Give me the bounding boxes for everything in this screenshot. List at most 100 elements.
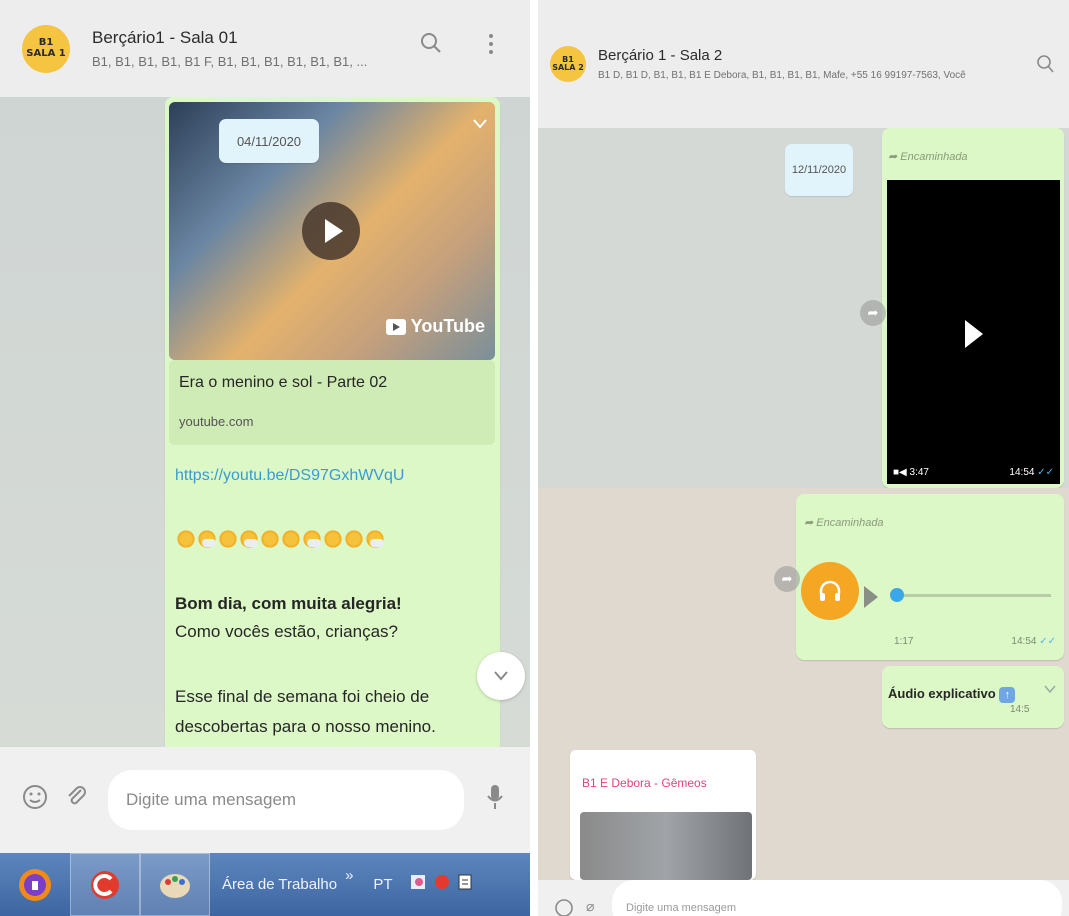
message-list[interactable]: 04/11/2020 YouTube Era o menino e sol - … <box>0 97 530 757</box>
youtube-label: YouTube <box>410 316 485 336</box>
tray-icon[interactable] <box>457 873 473 896</box>
outgoing-audio-message[interactable]: ➦ Encaminhada 1:17 14:54 ✓✓ <box>796 494 1064 660</box>
outgoing-message[interactable]: 04/11/2020 YouTube Era o menino e sol - … <box>165 97 500 757</box>
chevron-down-icon[interactable] <box>473 116 487 134</box>
avatar-line-2: SALA 1 <box>26 47 66 59</box>
link-domain: youtube.com <box>179 414 254 429</box>
video-time-text: 14:54 <box>1009 467 1035 478</box>
tray-icon[interactable] <box>433 873 451 896</box>
outgoing-video-message[interactable]: ➦ Encaminhada ■◀ 3:47 14:54 ✓✓ <box>882 128 1064 488</box>
date-badge: 12/11/2020 <box>785 144 853 196</box>
sun-cloud-icon <box>197 529 217 549</box>
youtube-play-icon <box>385 318 406 335</box>
chat-header[interactable]: B1 SALA 2 Berçário 1 - Sala 2 B1 D, B1 D… <box>538 0 1069 128</box>
forwarded-text: Encaminhada <box>900 151 968 163</box>
audio-progress-knob[interactable] <box>890 588 904 602</box>
forwarded-label: ➦ Encaminhada <box>804 516 884 529</box>
audio-duration: 1:17 <box>894 636 914 647</box>
sun-icon <box>323 529 343 549</box>
chat-window-left: B1 SALA 1 Berçário1 - Sala 01 B1, B1, B1… <box>0 0 530 916</box>
forward-arrow-icon: ➦ <box>888 151 901 163</box>
tray-icon[interactable] <box>409 873 427 896</box>
video-timestamp: 14:54 ✓✓ <box>1009 467 1054 478</box>
scroll-down-button[interactable] <box>477 652 525 700</box>
forward-arrow-icon: ➦ <box>804 517 817 529</box>
message-input[interactable]: Digite uma mensagem <box>108 770 464 830</box>
chevron-down-icon <box>494 671 508 681</box>
audio-progress-track[interactable] <box>896 594 1051 597</box>
video-duration: ■◀ 3:47 <box>893 467 929 478</box>
chat-participants: B1 D, B1 D, B1, B1, B1 E Debora, B1, B1,… <box>598 70 966 81</box>
message-url[interactable]: https://youtu.be/DS97GxhWVqU <box>175 467 404 485</box>
audio-time-text: 14:54 <box>1011 636 1037 647</box>
message-line: descobertas para o nosso menino. <box>175 717 436 736</box>
video-player[interactable]: ■◀ 3:47 14:54 ✓✓ <box>887 180 1060 484</box>
message-list-lower[interactable]: ➦ Encaminhada 1:17 14:54 ✓✓ ➦ Áudio expl… <box>538 488 1069 880</box>
forward-share-icon[interactable]: ➦ <box>860 300 886 326</box>
sun-cloud-icon <box>302 529 322 549</box>
message-line: Como vocês estão, crianças? <box>175 622 398 641</box>
sun-icon <box>344 529 364 549</box>
attach-icon[interactable] <box>60 784 94 817</box>
sun-icon <box>176 529 196 549</box>
emoji-icon[interactable] <box>18 784 52 817</box>
sun-icon <box>218 529 238 549</box>
read-ticks-icon: ✓✓ <box>1039 636 1056 647</box>
play-icon[interactable] <box>965 320 983 348</box>
video-camera-icon: ■◀ <box>893 467 910 478</box>
link-preview[interactable]: Era o menino e sol - Parte 02 youtube.co… <box>169 360 495 445</box>
sun-cloud-icon <box>365 529 385 549</box>
paint-app-icon[interactable] <box>140 853 210 916</box>
language-indicator[interactable]: PT <box>373 876 392 893</box>
forward-share-icon[interactable]: ➦ <box>774 566 800 592</box>
info-icon: ↑ <box>999 687 1016 703</box>
composer-bar: Digite uma mensagem <box>0 747 530 853</box>
message-input-placeholder: Digite uma mensagem <box>126 790 297 809</box>
chat-header[interactable]: B1 SALA 1 Berçário1 - Sala 01 B1, B1, B1… <box>0 0 530 97</box>
caption-label: Áudio explicativo <box>888 686 996 701</box>
ccleaner-app-icon[interactable] <box>70 853 140 916</box>
sun-icon <box>260 529 280 549</box>
panel-divider <box>530 0 538 916</box>
search-icon[interactable] <box>420 32 442 60</box>
more-vertical-icon[interactable] <box>488 32 494 62</box>
emoji-icon[interactable] <box>554 898 574 916</box>
group-avatar[interactable]: B1 SALA 2 <box>550 46 586 82</box>
sun-icon <box>281 529 301 549</box>
date-badge: 04/11/2020 <box>219 119 319 163</box>
chevron-down-icon[interactable] <box>1044 680 1056 698</box>
windows-taskbar: Área de Trabalho » PT <box>0 853 530 916</box>
microphone-icon[interactable] <box>478 783 512 818</box>
chat-title: Berçário 1 - Sala 2 <box>598 47 723 64</box>
search-icon[interactable] <box>1036 54 1054 80</box>
attach-icon[interactable]: ⌀ <box>586 898 594 915</box>
play-icon[interactable] <box>302 202 360 260</box>
header-text[interactable]: Berçário1 - Sala 01 B1, B1, B1, B1, B1 F… <box>92 28 367 69</box>
message-input[interactable]: Digite uma mensagem <box>612 880 1062 916</box>
incoming-image-thumbnail[interactable] <box>580 812 752 880</box>
video-duration-text: 3:47 <box>909 467 929 478</box>
incoming-message[interactable]: B1 E Debora - Gêmeos <box>570 750 756 880</box>
read-ticks-icon: ✓✓ <box>1037 467 1054 478</box>
toolbar-expand-chevron[interactable]: » <box>345 867 353 884</box>
avatar-line-1: B1 <box>38 37 54 48</box>
sun-cloud-icon <box>239 529 259 549</box>
audio-play-icon[interactable] <box>864 586 878 608</box>
caption-timestamp: 14:5 <box>1010 704 1030 715</box>
video-thumbnail[interactable]: 04/11/2020 YouTube <box>169 102 495 360</box>
audio-timestamp: 14:54 ✓✓ <box>1011 636 1056 647</box>
message-greeting: Bom dia, com muita alegria! <box>175 594 402 613</box>
youtube-logo: YouTube <box>385 316 485 337</box>
desktop-toolbar-label[interactable]: Área de Trabalho <box>222 876 337 893</box>
message-input-placeholder: Digite uma mensagem <box>626 902 737 914</box>
caption-text: Áudio explicativo ↑ <box>888 686 1016 703</box>
group-avatar[interactable]: B1 SALA 1 <box>22 24 70 73</box>
header-text[interactable]: Berçário 1 - Sala 2 B1 D, B1 D, B1, B1, … <box>598 47 966 81</box>
outgoing-caption-message[interactable]: Áudio explicativo ↑ 14:5 <box>882 666 1064 728</box>
sender-name: B1 E Debora - Gêmeos <box>582 776 707 790</box>
message-list[interactable]: 12/11/2020 ➦ Encaminhada ■◀ 3:47 14:54 ✓… <box>538 128 1069 488</box>
composer-bar: ⌀ Digite uma mensagem <box>538 880 1069 916</box>
chat-participants: B1, B1, B1, B1, B1 F, B1, B1, B1, B1, B1… <box>92 54 368 69</box>
browser-app-icon[interactable] <box>0 853 70 916</box>
forwarded-label: ➦ Encaminhada <box>888 150 968 163</box>
